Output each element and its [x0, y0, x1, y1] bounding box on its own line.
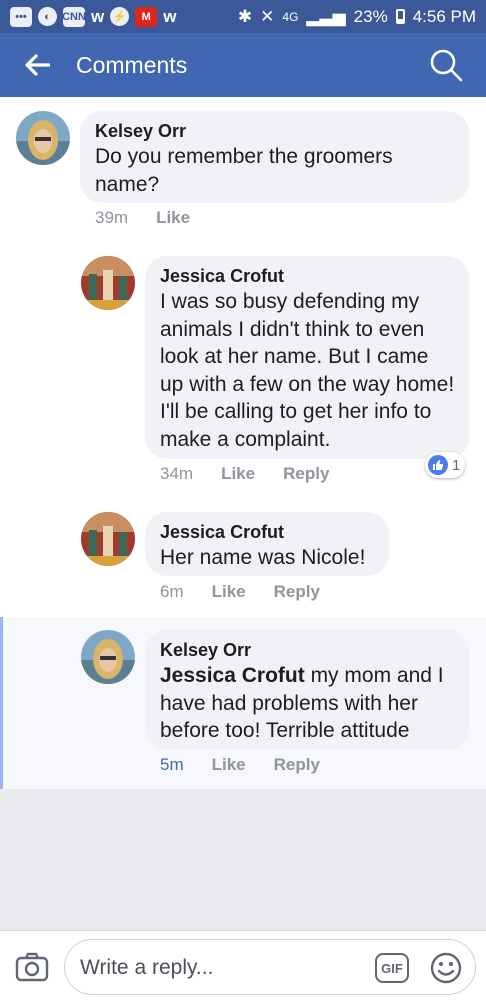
like-button[interactable]: Like	[221, 464, 255, 484]
reply-button[interactable]: Reply	[283, 464, 329, 484]
comment-actions: 6m Like Reply	[160, 582, 320, 602]
m-icon: M	[135, 6, 158, 27]
signal-label: 4G	[282, 9, 299, 24]
avatar[interactable]	[81, 512, 135, 566]
reply-placeholder: Write a reply...	[80, 956, 214, 979]
comment-author[interactable]: Kelsey Orr	[160, 640, 455, 661]
comment-text: Her name was Nicole!	[160, 546, 366, 569]
avatar[interactable]	[81, 630, 135, 684]
comment-author[interactable]: Jessica Crofut	[160, 266, 455, 287]
avatar[interactable]	[16, 111, 70, 165]
gif-button[interactable]: GIF	[375, 953, 409, 983]
w-icon: w	[91, 6, 105, 26]
comment-time: 39m	[95, 208, 129, 227]
like-button[interactable]: Like	[212, 582, 246, 602]
search-button[interactable]	[426, 45, 466, 85]
app-header: Comments	[0, 33, 486, 97]
app-icon: ◐	[38, 7, 57, 26]
back-button[interactable]	[14, 42, 60, 88]
comment-time: 6m	[160, 582, 184, 601]
comment-actions: 5m Like Reply	[160, 755, 320, 775]
comment-text: I was so busy defending my animals I did…	[160, 290, 455, 451]
status-bar: ••• ◐ CNN w ⚡ M w ✱ ✕ 4G ▂▃▅ 23% 4:56 PM	[0, 0, 486, 33]
page-title: Comments	[76, 51, 188, 78]
cnn-icon: CNN	[62, 6, 86, 27]
notification-icons: ••• ◐ CNN w ⚡ M w	[10, 6, 177, 27]
reaction-count: 1	[452, 456, 461, 474]
comment-text: Jessica Crofut my mom and I have had pro…	[160, 662, 455, 745]
comment-bubble[interactable]: Kelsey Orr Jessica Crofut my mom and I h…	[145, 630, 469, 750]
messenger-icon: ⚡	[110, 7, 130, 26]
camera-button[interactable]	[14, 949, 50, 985]
comment-bubble[interactable]: Kelsey Orr Do you remember the groomers …	[80, 111, 469, 203]
reaction-summary[interactable]: 1	[425, 452, 466, 478]
chat-icon: •••	[10, 6, 32, 27]
comment-bubble[interactable]: Jessica Crofut I was so busy defending m…	[145, 256, 469, 459]
mention-link[interactable]: Jessica Crofut	[160, 664, 305, 687]
battery-text: 23%	[353, 6, 388, 26]
back-arrow-icon	[25, 54, 50, 76]
clock: 4:56 PM	[412, 6, 476, 26]
comment-time: 34m	[160, 464, 194, 483]
w-icon-2: w	[163, 6, 177, 26]
comment-time: 5m	[160, 755, 184, 774]
signal-icon: ▂▃▅	[306, 6, 346, 26]
comment-actions: 39m Like	[95, 208, 190, 228]
reply-button[interactable]: Reply	[274, 582, 320, 602]
reply-composer: Write a reply... GIF	[0, 930, 486, 1000]
like-button[interactable]: Like	[156, 208, 190, 228]
reply-input[interactable]: Write a reply... GIF	[64, 939, 476, 995]
empty-area	[0, 789, 486, 930]
mute-icon: ✕	[260, 6, 275, 26]
emoji-icon	[430, 952, 462, 984]
bluetooth-icon: ✱	[237, 6, 253, 26]
thumbs-up-icon	[428, 455, 448, 475]
emoji-button[interactable]	[429, 951, 463, 985]
like-button[interactable]: Like	[212, 755, 246, 775]
comment-bubble[interactable]: Jessica Crofut Her name was Nicole!	[145, 512, 389, 576]
battery-icon	[395, 9, 405, 24]
highlighted-comment-indicator	[0, 617, 3, 789]
comment-author[interactable]: Kelsey Orr	[95, 121, 455, 142]
comment-author[interactable]: Jessica Crofut	[160, 522, 375, 543]
camera-icon	[15, 952, 49, 982]
comment-actions: 34m Like Reply	[160, 464, 329, 484]
reply-button[interactable]: Reply	[274, 755, 320, 775]
comment-text: Do you remember the groomers name?	[95, 145, 393, 196]
avatar[interactable]	[81, 256, 135, 310]
search-icon	[430, 49, 463, 82]
